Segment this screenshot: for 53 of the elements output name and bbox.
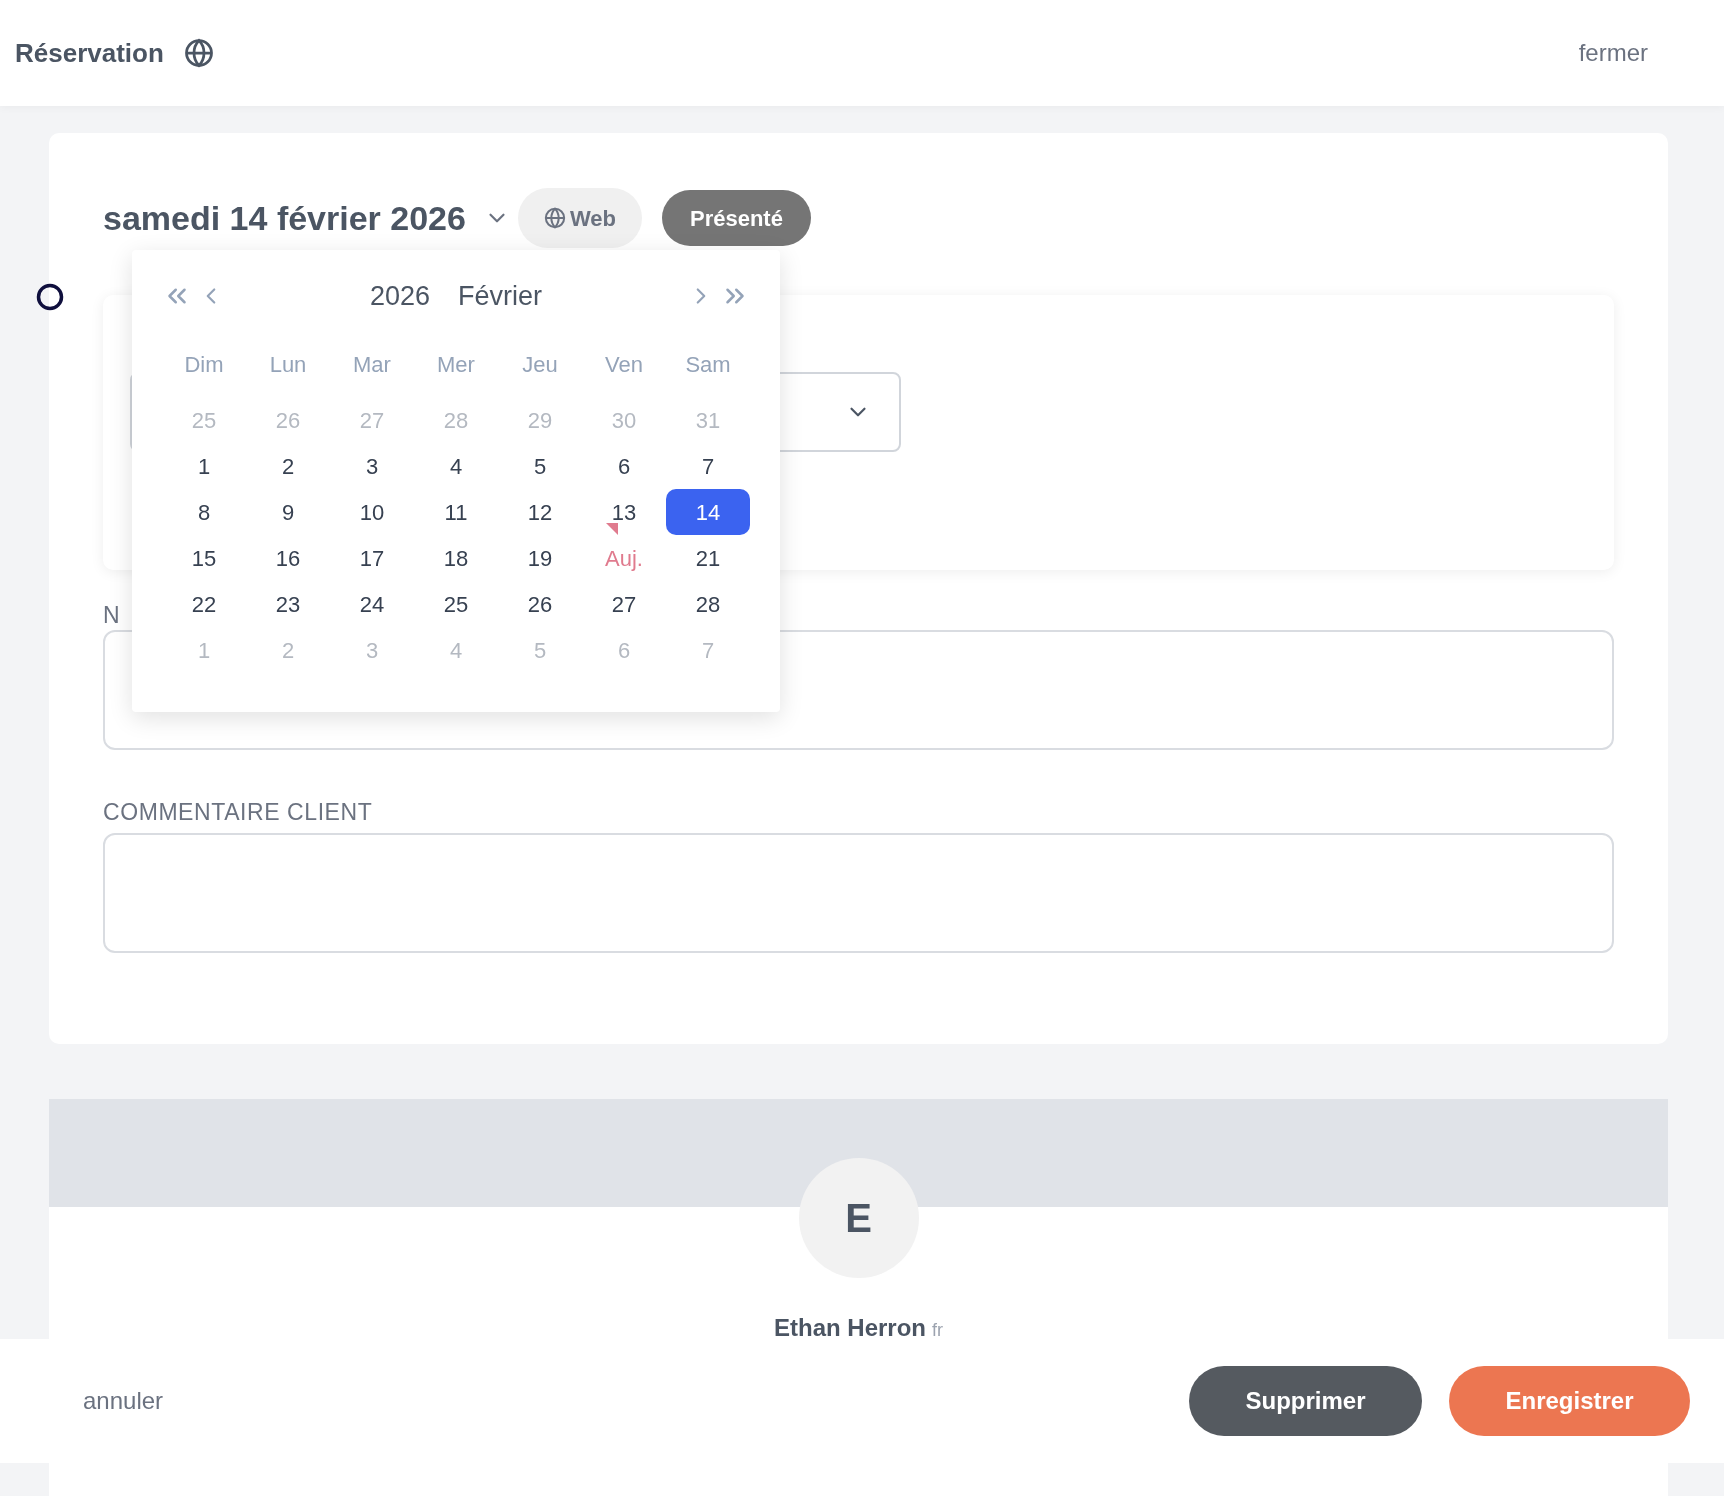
calendar-day[interactable]: 23 <box>246 581 330 627</box>
weekday-label: Dim <box>184 351 224 379</box>
calendar-day[interactable]: 11 <box>414 489 498 535</box>
calendar-day[interactable]: 12 <box>498 489 582 535</box>
globe-icon <box>183 38 214 68</box>
calendar-day[interactable]: 19 <box>498 535 582 581</box>
calendar-day[interactable]: 8 <box>162 489 246 535</box>
calendar-day[interactable]: 16 <box>246 535 330 581</box>
calendar-day[interactable]: 24 <box>330 581 414 627</box>
calendar-day[interactable]: 3 <box>330 443 414 489</box>
avatar: E <box>798 1158 919 1278</box>
calendar-day[interactable]: 2 <box>246 443 330 489</box>
circle-icon <box>36 283 64 311</box>
calendar-day[interactable]: 1 <box>162 443 246 489</box>
calendar-day[interactable]: 18 <box>414 535 498 581</box>
field-label: COMMENTAIRE CLIENT <box>103 799 373 825</box>
globe-icon <box>543 207 566 229</box>
calendar-day[interactable]: 25 <box>414 581 498 627</box>
calendar-day[interactable]: 13 <box>582 489 666 535</box>
calendar-day[interactable]: 26 <box>498 581 582 627</box>
calendar-day[interactable]: 15 <box>162 535 246 581</box>
weekday-label: Lun <box>269 351 307 379</box>
close-link[interactable]: fermer <box>1578 35 1648 71</box>
calendar-year[interactable]: 2026 <box>369 275 431 317</box>
field-label: N <box>103 602 120 628</box>
calendar-day[interactable]: 27 <box>582 581 666 627</box>
customer-name: Ethan Herron <box>774 1313 926 1343</box>
calendar-day[interactable]: 10 <box>330 489 414 535</box>
weekday-label: Mar <box>353 351 391 379</box>
today-marker-icon <box>606 523 618 535</box>
calendar-day[interactable]: 21 <box>666 535 750 581</box>
calendar-day[interactable]: 28 <box>666 581 750 627</box>
calendar-day[interactable]: 17 <box>330 535 414 581</box>
calendar-day[interactable]: 6 <box>582 443 666 489</box>
calendar-day[interactable]: 7 <box>666 443 750 489</box>
weekday-label: Jeu <box>522 351 558 379</box>
page-title: Réservation <box>15 36 164 70</box>
status-badge[interactable]: Présenté <box>662 190 811 246</box>
cancel-link[interactable]: annuler <box>83 1383 164 1419</box>
calendar-day[interactable]: 4 <box>414 443 498 489</box>
weekday-label: Mer <box>437 351 475 379</box>
source-label: Web <box>569 204 616 233</box>
language-code: fr <box>932 1319 943 1342</box>
reservation-date[interactable]: samedi 14 février 2026 <box>103 192 466 244</box>
calendar-day[interactable]: 14 <box>666 489 750 535</box>
calendar-day[interactable]: 9 <box>246 489 330 535</box>
delete-button[interactable]: Supprimer <box>1189 1366 1422 1436</box>
calendar-month[interactable]: Février <box>458 275 543 317</box>
calendar-day[interactable]: 22 <box>162 581 246 627</box>
weekday-label: Sam <box>685 351 731 379</box>
weekday-label: Ven <box>605 351 643 379</box>
calendar-day[interactable]: 5 <box>498 443 582 489</box>
comment-field[interactable] <box>103 833 1614 953</box>
